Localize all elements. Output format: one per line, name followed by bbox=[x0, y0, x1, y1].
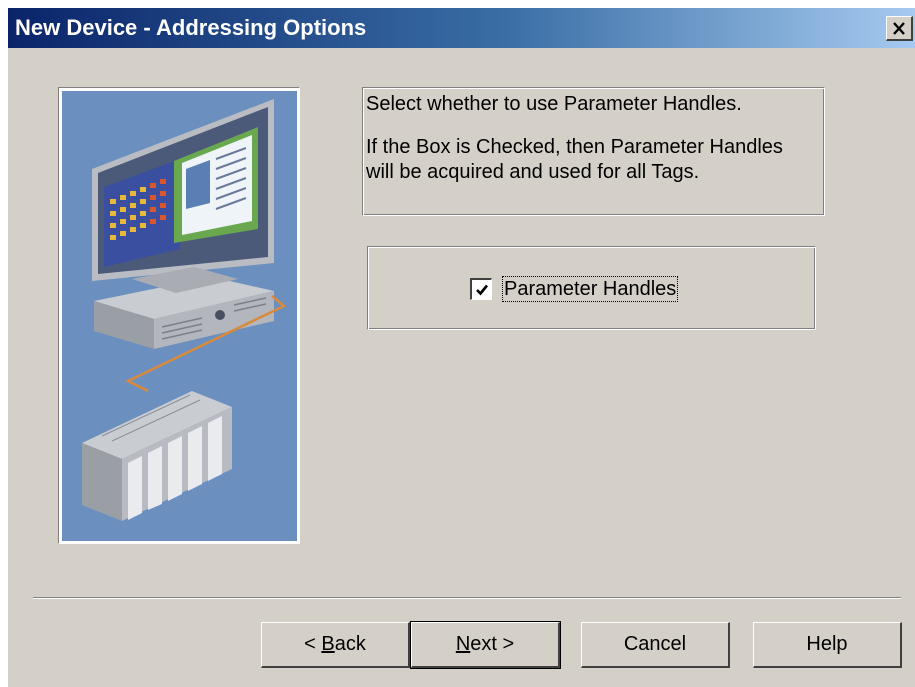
checkmark-icon bbox=[475, 284, 488, 295]
help-button[interactable]: Help bbox=[753, 622, 902, 668]
instruction-text-3: will be acquired and used for all Tags. bbox=[366, 161, 700, 183]
window-title: New Device - Addressing Options bbox=[15, 15, 367, 40]
next-button-rest: ext > bbox=[470, 633, 515, 655]
dialog-window: New Device - Addressing Options Select w… bbox=[8, 8, 915, 687]
parameter-handles-option[interactable]: Parameter Handles bbox=[470, 274, 679, 304]
cancel-button[interactable]: Cancel bbox=[581, 622, 730, 668]
close-icon bbox=[893, 21, 905, 35]
instruction-text-2: If the Box is Checked, then Parameter Ha… bbox=[366, 136, 783, 158]
option-panel: Parameter Handles bbox=[367, 246, 816, 330]
wizard-illustration bbox=[59, 88, 300, 544]
close-button[interactable] bbox=[886, 16, 913, 41]
back-button-mnemonic: B bbox=[321, 633, 335, 655]
instruction-panel: Select whether to use Parameter Handles.… bbox=[362, 87, 825, 216]
parameter-handles-checkbox[interactable] bbox=[470, 278, 492, 300]
computer-plc-network-illustration bbox=[82, 99, 287, 521]
back-button-prefix: < bbox=[304, 633, 322, 655]
button-separator bbox=[33, 597, 901, 599]
next-button-mnemonic: N bbox=[455, 633, 471, 655]
next-button[interactable]: Next > bbox=[410, 621, 561, 669]
back-button-rest: ack bbox=[334, 633, 366, 655]
instruction-text-1: Select whether to use Parameter Handles. bbox=[366, 93, 742, 115]
back-button[interactable]: < Back bbox=[261, 622, 410, 668]
parameter-handles-label[interactable]: Parameter Handles bbox=[502, 276, 679, 302]
title-bar[interactable]: New Device - Addressing Options bbox=[8, 8, 915, 48]
